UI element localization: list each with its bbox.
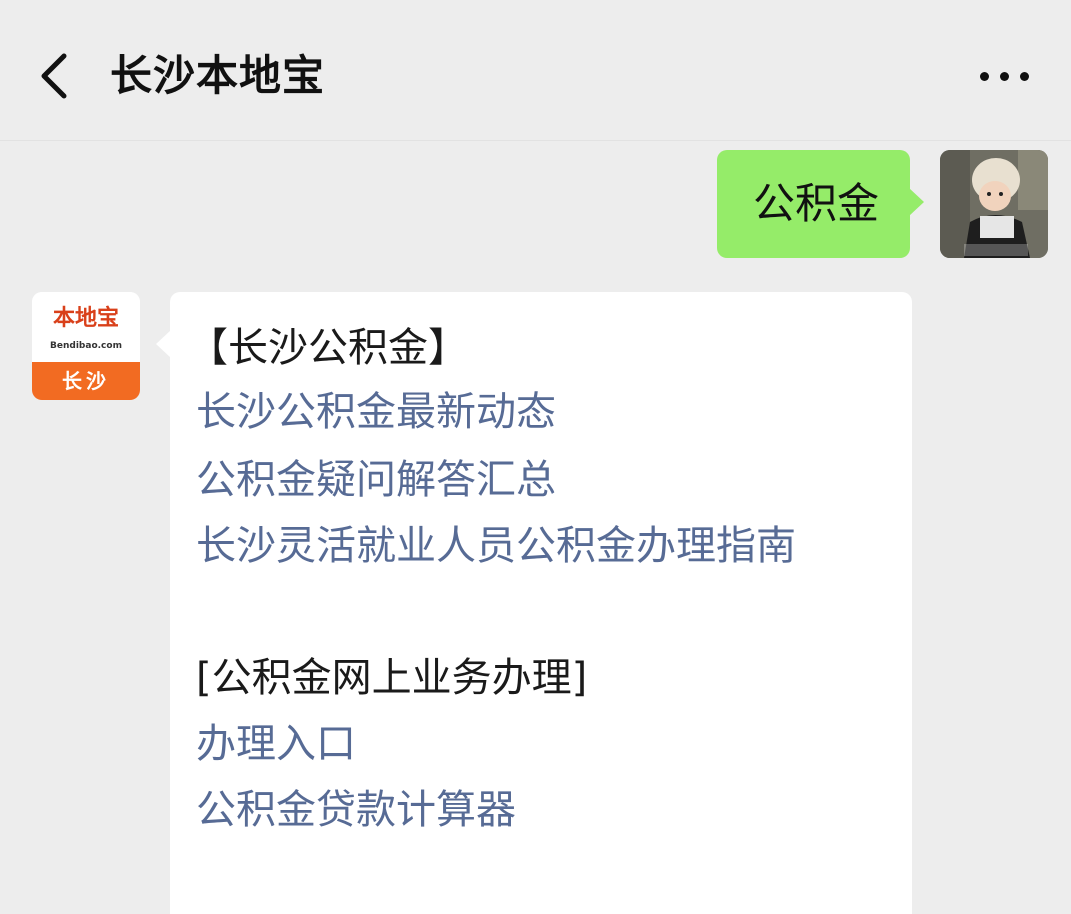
- link-flexible-employment-guide[interactable]: 长沙灵活就业人员公积金办理指南: [196, 518, 796, 574]
- section-heading: [公积金网上业务办理]: [196, 655, 588, 701]
- outgoing-message-text: 公积金: [753, 179, 880, 228]
- chat-header: 长沙本地宝: [0, 0, 1071, 141]
- section-heading: 【长沙公积金】: [188, 325, 468, 371]
- link-service-entry[interactable]: 办理入口: [196, 716, 356, 772]
- logo-url: Bendibao.com: [50, 341, 122, 351]
- link-faq[interactable]: 公积金疑问解答汇总: [196, 452, 556, 508]
- chat-title: 长沙本地宝: [110, 51, 326, 100]
- back-button[interactable]: [30, 46, 80, 106]
- incoming-message-bubble: 【长沙公积金】 长沙公积金最新动态 公积金疑问解答汇总 长沙灵活就业人员公积金办…: [156, 292, 912, 914]
- logo-city: 长沙: [32, 362, 140, 400]
- chevron-left-icon: [41, 53, 67, 99]
- logo-name: 本地宝: [52, 305, 119, 331]
- bot-avatar[interactable]: 本地宝 Bendibao.com 长沙: [32, 292, 140, 400]
- user-avatar[interactable]: [940, 150, 1048, 258]
- link-loan-calculator[interactable]: 公积金贷款计算器: [196, 782, 516, 838]
- logo-top: 本地宝 Bendibao.com: [32, 292, 140, 362]
- bubble-tail: [156, 330, 171, 358]
- link-latest-news[interactable]: 长沙公积金最新动态: [196, 384, 556, 440]
- outgoing-message-bubble[interactable]: 公积金: [717, 150, 924, 258]
- bubble-tail: [909, 188, 924, 216]
- more-button[interactable]: [970, 56, 1040, 96]
- user-avatar-image: [940, 150, 1048, 258]
- chat-screen: 长沙本地宝 公积金 本地宝 Bendibao.com 长沙 【长沙公积金】 长沙…: [0, 0, 1071, 914]
